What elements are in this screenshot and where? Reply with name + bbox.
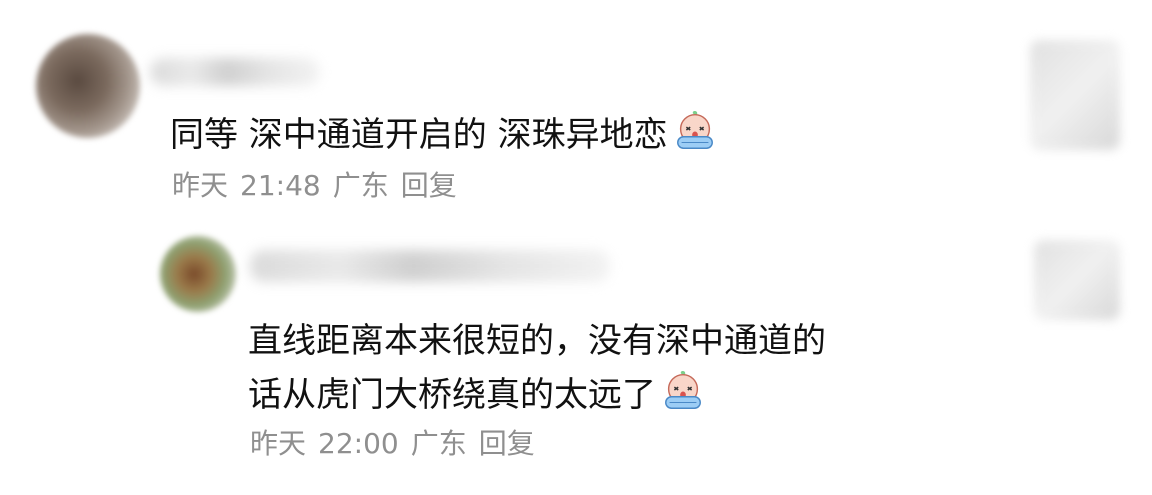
comment-meta: 昨天 22:00 广东 回复 (250, 424, 547, 464)
comment-text-line: 直线距离本来很短的，没有深中通道的 (248, 321, 826, 361)
comment-text-line: 话从虎门大桥绕真的太远了 (248, 366, 706, 424)
comment-meta: 昨天 21:48 广东 回复 (172, 166, 469, 206)
like-button-blurred[interactable] (1030, 40, 1120, 150)
comment-date: 昨天 (172, 169, 229, 202)
comment-text: 同等 深中通道开启的 深珠异地恋 (170, 106, 718, 164)
reply-button[interactable]: 回复 (479, 427, 535, 460)
username-blurred[interactable] (250, 250, 610, 282)
comment-location: 广东 (332, 169, 389, 202)
comment-time: 22:00 (318, 427, 399, 460)
reply-button[interactable]: 回复 (401, 169, 457, 202)
crying-face-emoji-icon (665, 370, 701, 409)
avatar[interactable] (160, 236, 236, 312)
avatar[interactable] (36, 34, 140, 138)
like-button-blurred[interactable] (1034, 240, 1120, 320)
comment-location: 广东 (410, 427, 467, 460)
comment-time: 21:48 (240, 169, 321, 202)
username-blurred[interactable] (150, 58, 320, 86)
comment-date: 昨天 (250, 427, 307, 460)
crying-face-emoji-icon (676, 110, 713, 149)
